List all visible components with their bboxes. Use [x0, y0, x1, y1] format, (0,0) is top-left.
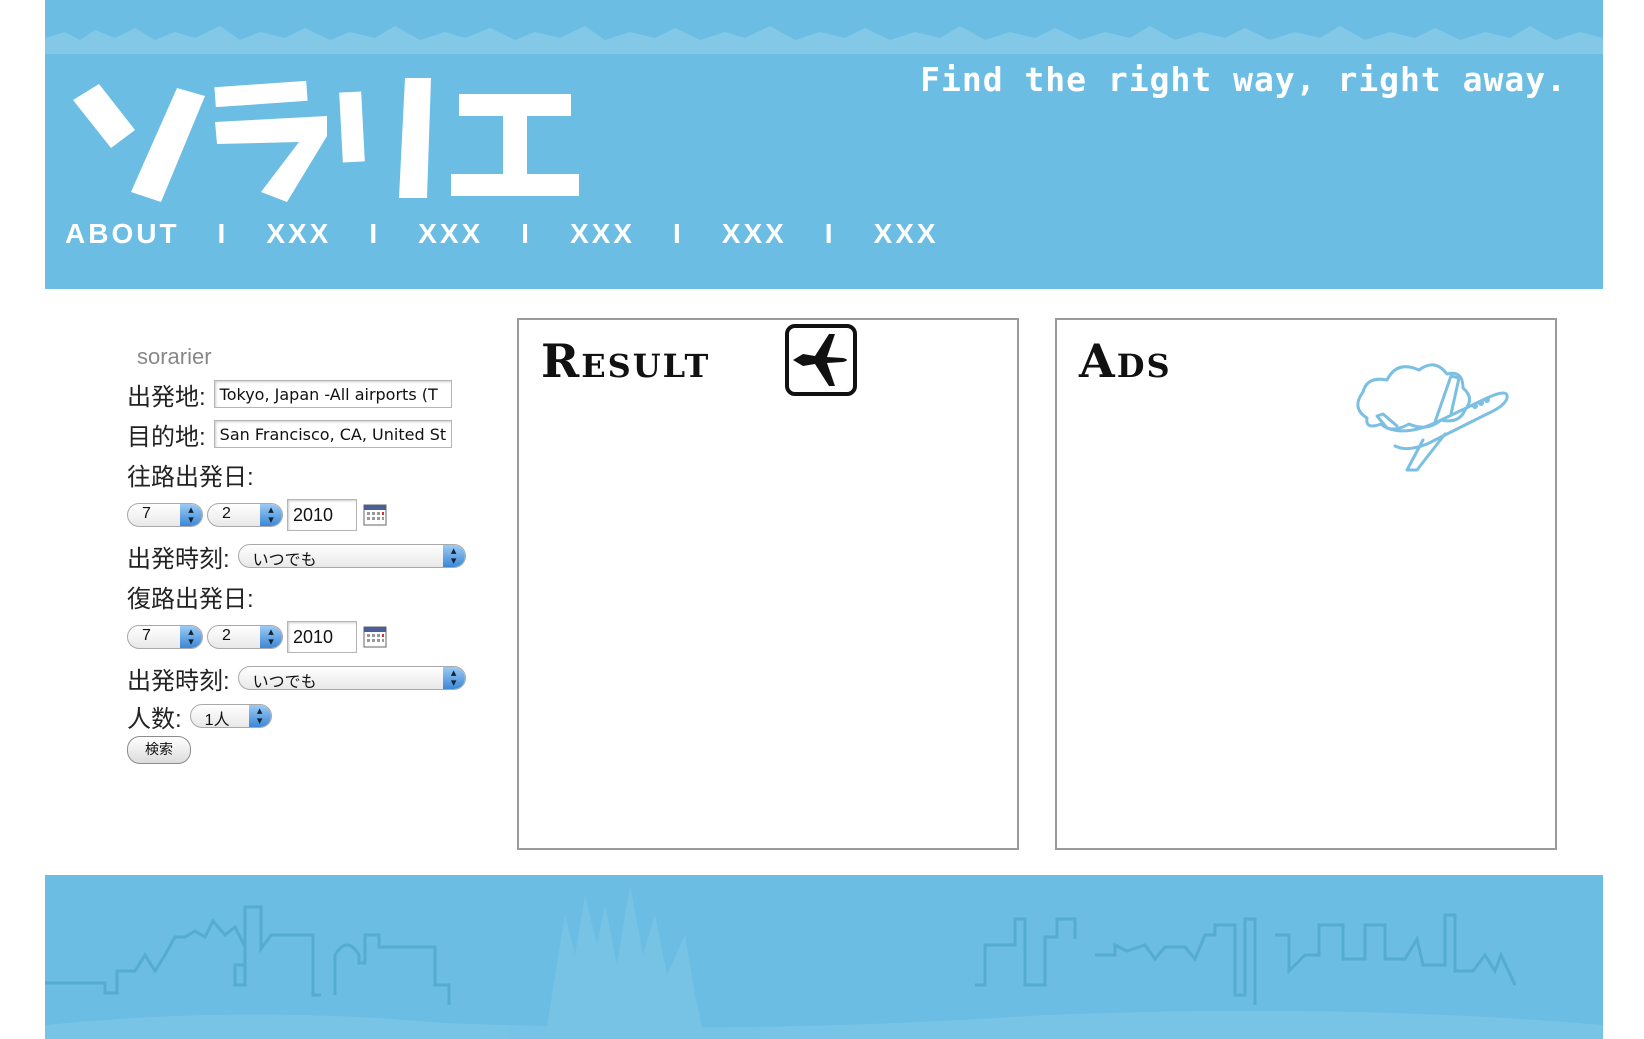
return-day-select[interactable]: 2 ▴ ▾: [207, 625, 283, 649]
departure-input[interactable]: Tokyo, Japan -All airports (T: [213, 380, 452, 408]
select-arrow-icon: ▴ ▾: [180, 626, 202, 648]
header-texture: [45, 26, 1603, 54]
brand-label: sorarier: [137, 344, 212, 369]
outbound-time-row: 出発時刻: いつでも ▴ ▾: [127, 536, 487, 576]
destination-input[interactable]: San Francisco, CA, United St: [213, 420, 452, 448]
select-arrow-icon: ▴ ▾: [248, 705, 271, 727]
ads-panel: Ads: [1055, 318, 1557, 850]
sorarie-logo: [73, 78, 579, 202]
outbound-day-value: 2: [222, 505, 231, 522]
nav-item-5[interactable]: XXX: [722, 218, 787, 250]
search-button[interactable]: 検索: [127, 736, 191, 764]
page: Find the right way, right away. ABOUT I …: [45, 0, 1603, 1039]
outbound-year-input[interactable]: 2010: [287, 499, 357, 531]
nav-separator: I: [521, 218, 532, 249]
return-month-select[interactable]: 7 ▴ ▾: [127, 625, 203, 649]
calendar-icon[interactable]: [363, 626, 387, 648]
outbound-month-select[interactable]: 7 ▴ ▾: [127, 503, 203, 527]
departure-label: 出発地:: [127, 383, 206, 411]
cloud-airplane-illustration: [1356, 363, 1509, 472]
outbound-month-value: 7: [142, 505, 151, 522]
outbound-time-select[interactable]: いつでも ▴ ▾: [237, 544, 466, 568]
main-nav: ABOUT I XXX I XXX I XXX I XXX I XXX: [65, 218, 939, 250]
return-date-label-row: 復路出発日:: [127, 576, 487, 616]
ads-title: Ads: [1079, 334, 1172, 388]
nav-item-6[interactable]: XXX: [874, 218, 939, 250]
tagline: Find the right way, right away.: [920, 60, 1567, 99]
nav-item-4[interactable]: XXX: [570, 218, 635, 250]
outbound-date-label: 往路出発日:: [127, 463, 254, 491]
return-time-select[interactable]: いつでも ▴ ▾: [237, 666, 466, 690]
outbound-date-label-row: 往路出発日:: [127, 454, 487, 494]
select-arrow-icon: ▴ ▾: [180, 504, 202, 526]
site-header: Find the right way, right away. ABOUT I …: [45, 0, 1603, 289]
return-day-value: 2: [222, 627, 231, 644]
outbound-day-select[interactable]: 2 ▴ ▾: [207, 503, 283, 527]
outbound-time-label: 出発時刻:: [127, 545, 230, 573]
nav-separator: I: [824, 218, 836, 249]
passengers-value: 1人: [204, 712, 230, 728]
nav-item-2[interactable]: XXX: [266, 218, 331, 250]
outbound-date-row: 7 ▴ ▾ 2 ▴ ▾ 2010: [127, 494, 487, 536]
city-skyline-illustration: [45, 885, 1603, 1039]
return-date-row: 7 ▴ ▾ 2 ▴ ▾ 2010: [127, 616, 487, 658]
site-footer: [45, 875, 1603, 1039]
destination-row: 目的地: San Francisco, CA, United St: [127, 414, 487, 454]
return-month-value: 7: [142, 627, 151, 644]
result-panel: Result: [517, 318, 1019, 850]
return-date-label: 復路出発日:: [127, 585, 254, 613]
nav-separator: I: [672, 218, 684, 249]
passengers-row: 人数: 1人 ▴ ▾: [127, 698, 487, 734]
nav-separator: I: [217, 218, 229, 249]
passengers-select[interactable]: 1人 ▴ ▾: [189, 704, 272, 728]
return-time-label: 出発時刻:: [127, 667, 230, 695]
select-arrow-icon: ▴ ▾: [260, 504, 282, 526]
airplane-icon: [785, 324, 857, 396]
passengers-label: 人数:: [127, 705, 182, 733]
calendar-icon[interactable]: [363, 504, 387, 526]
return-time-value: いつでも: [252, 674, 317, 690]
flight-search-form: sorarier 出発地: Tokyo, Japan -All airports…: [127, 344, 487, 764]
nav-separator: I: [369, 218, 381, 249]
result-title: Result: [541, 334, 711, 388]
select-arrow-icon: ▴ ▾: [442, 667, 465, 689]
return-year-input[interactable]: 2010: [287, 621, 357, 653]
nav-about[interactable]: ABOUT: [65, 218, 180, 250]
nav-item-3[interactable]: XXX: [418, 218, 483, 250]
select-arrow-icon: ▴ ▾: [260, 626, 282, 648]
select-arrow-icon: ▴ ▾: [442, 545, 465, 567]
outbound-time-value: いつでも: [252, 552, 317, 568]
departure-row: 出発地: Tokyo, Japan -All airports (T: [127, 374, 487, 414]
destination-label: 目的地:: [127, 423, 206, 451]
return-time-row: 出発時刻: いつでも ▴ ▾: [127, 658, 487, 698]
